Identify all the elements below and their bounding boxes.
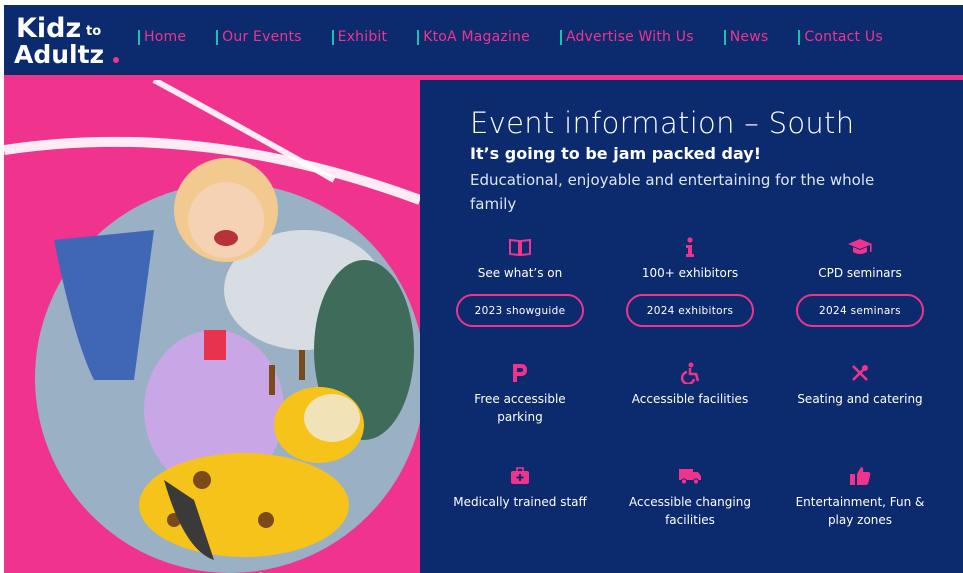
feature-changing: Accessible changing facilities <box>605 463 775 529</box>
utensils-icon <box>775 360 945 386</box>
nav-contact-us[interactable]: Contact Us <box>798 29 883 45</box>
info-icon <box>605 234 775 260</box>
site-header: Kidz to Adultz Home Our Events Exhibit K… <box>4 5 963 75</box>
page-title: Event information – South <box>470 106 855 140</box>
nav-ktoa-magazine[interactable]: KtoA Magazine <box>417 29 530 45</box>
feature-medical: Medically trained staff <box>435 463 605 511</box>
svg-text:to: to <box>86 24 101 39</box>
wheelchair-icon <box>605 360 775 386</box>
nav-our-events[interactable]: Our Events <box>216 29 302 45</box>
main-nav: Home Our Events Exhibit KtoA Magazine Ad… <box>138 29 913 45</box>
feature-cpd: CPD seminars 2024 seminars <box>775 234 945 327</box>
feature-catering: Seating and catering <box>775 360 945 408</box>
feature-exhibitors: 100+ exhibitors 2024 exhibitors <box>605 234 775 327</box>
hero-illustration <box>4 80 420 573</box>
page-subtitle: It’s going to be jam packed day! <box>470 144 762 163</box>
feature-parking: Free accessible parking <box>435 360 605 426</box>
seminars-button[interactable]: 2024 seminars <box>796 294 924 327</box>
kidz-to-adultz-logo[interactable]: Kidz to Adultz <box>12 11 124 69</box>
graduation-cap-icon <box>775 234 945 260</box>
feature-accessible: Accessible facilities <box>605 360 775 408</box>
showguide-button[interactable]: 2023 showguide <box>456 294 584 327</box>
page-description: Educational, enjoyable and entertaining … <box>470 171 875 213</box>
nav-home[interactable]: Home <box>138 29 186 45</box>
feature-entertainment: Entertainment, Fun & play zones <box>775 463 945 529</box>
thumbs-up-icon <box>775 463 945 489</box>
nav-news[interactable]: News <box>723 29 769 45</box>
van-icon <box>605 463 775 489</box>
hero-panel <box>4 80 420 573</box>
exhibitors-button[interactable]: 2024 exhibitors <box>626 294 754 327</box>
parking-icon <box>435 360 605 386</box>
svg-text:Adultz: Adultz <box>14 40 104 69</box>
nav-exhibit[interactable]: Exhibit <box>331 29 388 45</box>
event-info-panel: Event information – South It’s going to … <box>420 80 963 573</box>
first-aid-kit-icon <box>435 463 605 489</box>
nav-advertise[interactable]: Advertise With Us <box>559 29 694 45</box>
book-icon <box>435 234 605 260</box>
feature-whats-on: See what’s on 2023 showguide <box>435 234 605 327</box>
